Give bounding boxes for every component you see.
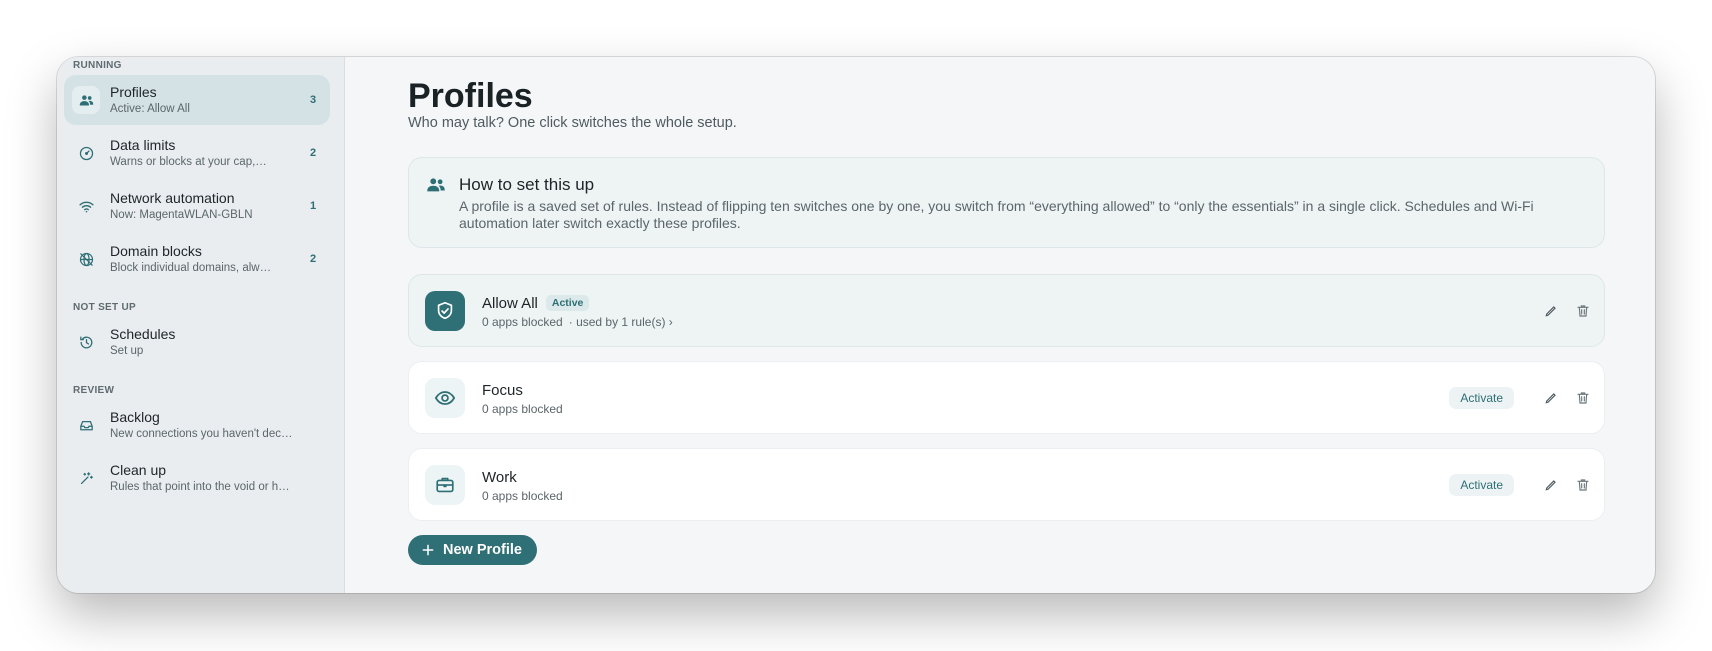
sidebar-item-subtitle: Now: MagentaWLAN-GBLN [110,209,253,221]
chevron-right-icon: › [668,315,673,329]
people-icon [72,86,100,114]
sidebar-item-network-automation[interactable]: Network automation Now: MagentaWLAN-GBLN… [64,181,330,231]
sidebar-item-subtitle: New connections you haven't dec… [110,428,293,440]
help-title: How to set this up [459,175,595,194]
sidebar-item-title: Domain blocks [110,243,202,259]
sidebar-item-data-limits[interactable]: Data limits Warns or blocks at your cap,… [64,128,330,178]
sidebar-item-schedules[interactable]: Schedules Set up [64,317,330,367]
sidebar-item-clean-up[interactable]: Clean up Rules that point into the void … [64,453,330,503]
sidebar-item-title: Backlog [110,409,160,425]
new-profile-label: New Profile [443,542,522,558]
profile-meta: 0 apps blocked [482,489,563,503]
app-window: RUNNING Profiles Active: Allow All 3 Dat… [57,57,1655,593]
section-label-running: RUNNING [73,60,122,71]
profile-meta: 0 apps blocked [482,402,563,416]
sidebar-item-subtitle: Block individual domains, alw… [110,262,272,274]
sidebar-item-count: 2 [309,253,317,265]
profile-card-focus[interactable]: Focus 0 apps blocked Activate [408,361,1605,434]
help-text: A profile is a saved set of rules. Inste… [459,198,1534,231]
globe-block-icon [72,245,100,273]
sidebar-item-title: Clean up [110,462,167,478]
profile-name: Work [482,469,517,486]
profile-meta: 0 apps blocked [482,315,563,329]
edit-button[interactable] [1542,476,1560,494]
activate-button[interactable]: Activate [1449,386,1514,409]
sidebar-item-count: 3 [309,94,317,106]
trash-icon [1577,478,1589,491]
page-title: Profiles [408,77,533,115]
sidebar-item-count: 2 [309,147,317,159]
sidebar-item-domain-blocks[interactable]: Domain blocks Block individual domains, … [64,234,330,284]
eye-icon [425,378,465,418]
new-profile-button[interactable]: New Profile [408,535,537,565]
profile-name: Allow All [482,295,538,312]
profile-card-allow-all[interactable]: Allow All Active 0 apps blocked · used by … [408,274,1605,347]
delete-button[interactable] [1574,389,1592,407]
sidebar-item-subtitle: Rules that point into the void or h… [110,481,290,493]
page-subtitle: Who may talk? One click switches the who… [408,115,737,131]
section-label-review: REVIEW [73,385,115,396]
people-icon [425,174,447,196]
profile-card-work[interactable]: Work 0 apps blocked Activate [408,448,1605,521]
magic-wand-icon [72,464,100,492]
sidebar-item-profiles[interactable]: Profiles Active: Allow All 3 [64,75,330,125]
pencil-icon [1545,305,1556,316]
sidebar: RUNNING Profiles Active: Allow All 3 Dat… [57,57,345,593]
sidebar-item-backlog[interactable]: Backlog New connections you haven't dec… [64,400,330,450]
sidebar-item-title: Network automation [110,190,235,206]
section-label-not-set-up: NOT SET UP [73,302,137,313]
trash-icon [1577,391,1589,404]
sidebar-item-count: 1 [309,200,317,212]
pencil-icon [1545,479,1556,490]
edit-button[interactable] [1542,302,1560,320]
clock-history-icon [72,328,100,356]
sidebar-item-title: Schedules [110,326,176,342]
used-by-rules-link[interactable]: · used by 1 rule(s) › [569,315,673,329]
inbox-icon [72,411,100,439]
gauge-icon [72,139,100,167]
wifi-icon [72,192,100,220]
edit-button[interactable] [1542,389,1560,407]
trash-icon [1577,304,1589,317]
shield-check-icon [425,291,465,331]
delete-button[interactable] [1574,476,1592,494]
sidebar-item-title: Profiles [110,84,157,100]
pencil-icon [1545,392,1556,403]
briefcase-icon [425,465,465,505]
profile-name: Focus [482,382,523,399]
sidebar-item-subtitle: Set up [110,345,144,357]
sidebar-item-subtitle: Active: Allow All [110,103,190,115]
sidebar-item-title: Data limits [110,137,176,153]
active-badge: Active [545,295,590,311]
plus-icon [421,543,435,557]
help-card: How to set this up A profile is a saved … [408,157,1605,248]
delete-button[interactable] [1574,302,1592,320]
main-content: Profiles Who may talk? One click switche… [345,57,1655,593]
sidebar-item-subtitle: Warns or blocks at your cap,… [110,156,267,168]
activate-button[interactable]: Activate [1449,473,1514,496]
used-by-rules-text: · used by 1 rule(s) [568,315,666,329]
